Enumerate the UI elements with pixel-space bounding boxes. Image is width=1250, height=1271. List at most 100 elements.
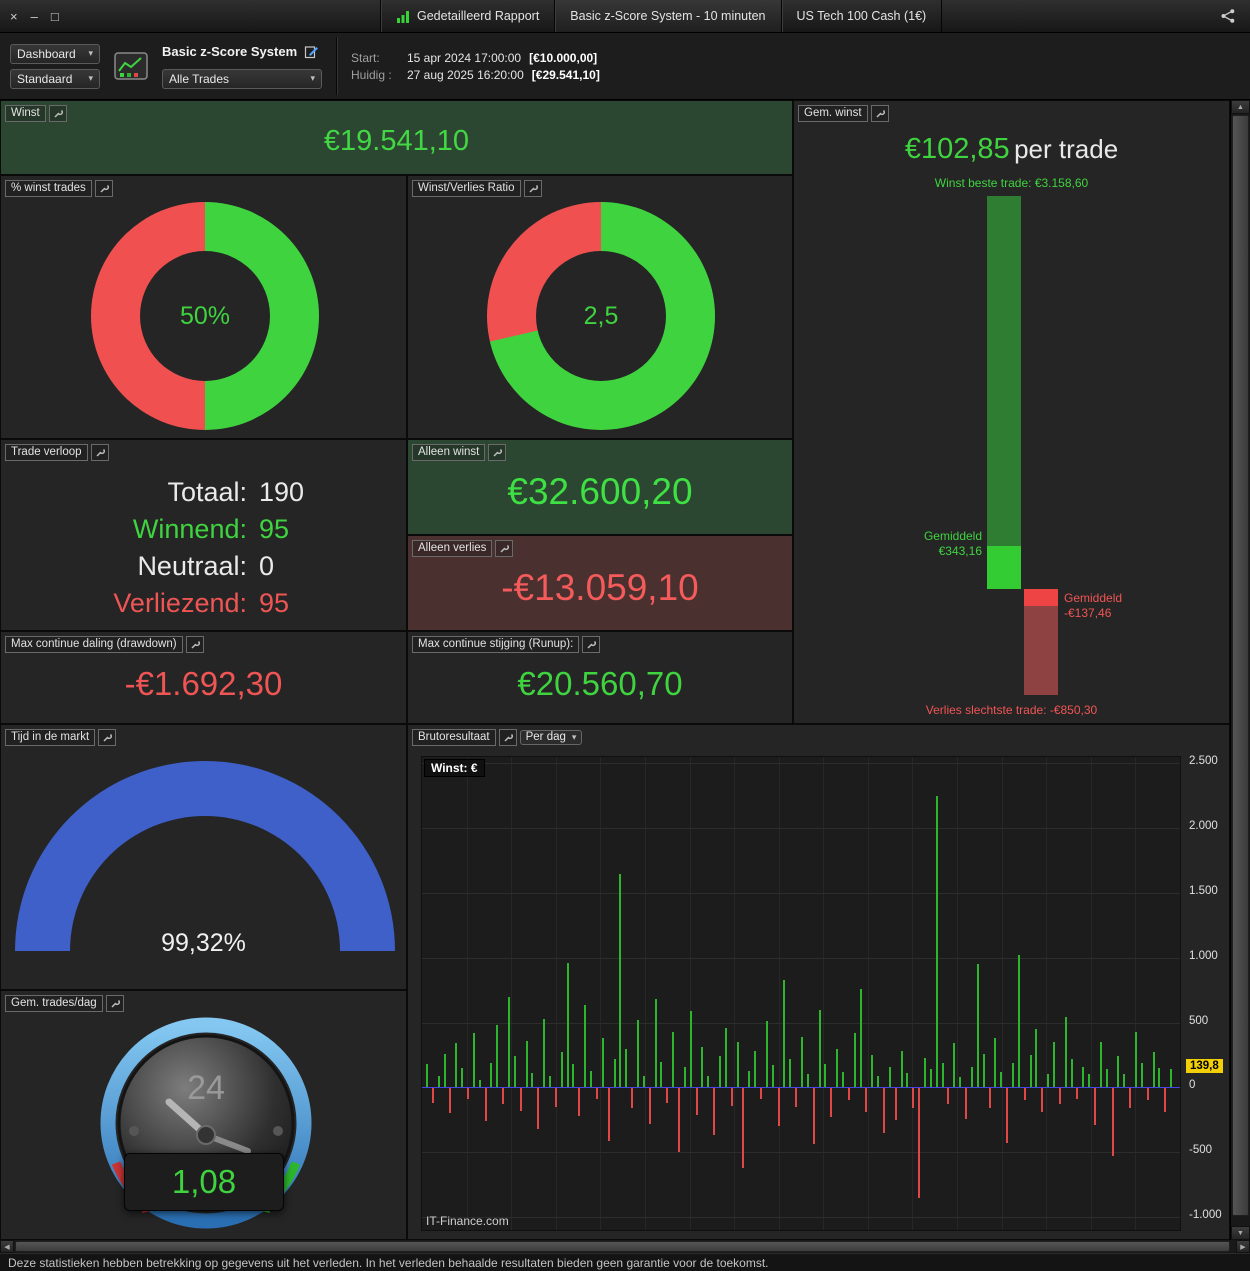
ratio-panel: Winst/Verlies Ratio 2,5 bbox=[407, 175, 793, 439]
title-tabs: Gedetailleerd Rapport Basic z-Score Syst… bbox=[380, 0, 943, 32]
winst-panel: Winst €19.541,10 bbox=[0, 100, 793, 175]
drawdown-value: -€1.692,30 bbox=[124, 664, 283, 702]
tab-label: Gedetailleerd Rapport bbox=[417, 9, 540, 23]
report-toolbar: Dashboard ▾ Standaard ▾ Basic z-Score Sy… bbox=[0, 33, 1250, 100]
panel-title: Gem. trades/dag bbox=[5, 995, 103, 1012]
losing-trades-row: Verliezend: 95 bbox=[113, 588, 290, 618]
ratio-donut: 2,5 bbox=[487, 202, 715, 430]
layout-select-value: Standaard bbox=[17, 71, 73, 86]
report-view-icon[interactable] bbox=[114, 51, 148, 81]
wrench-icon[interactable] bbox=[94, 180, 113, 197]
panel-title: Max continue stijging (Runup): bbox=[412, 636, 580, 653]
wrench-icon[interactable] bbox=[870, 105, 889, 122]
close-icon[interactable]: × bbox=[10, 10, 18, 23]
period-info: Start: 15 apr 2024 17:00:00 [€10.000,00]… bbox=[351, 51, 600, 82]
chevron-down-icon: ▾ bbox=[88, 48, 93, 58]
panel-title: Tijd in de markt bbox=[5, 729, 96, 746]
trade-verloop-panel: Trade verloop Totaal: 190 Winnend: 95 Neut… bbox=[0, 439, 407, 631]
tab-detailed-report[interactable]: Gedetailleerd Rapport bbox=[380, 0, 554, 32]
wrench-icon[interactable] bbox=[98, 729, 117, 746]
maximize-icon[interactable]: □ bbox=[51, 10, 59, 23]
scroll-left-button[interactable]: ◀ bbox=[0, 1240, 14, 1253]
total-trades-row: Totaal: 190 bbox=[167, 477, 305, 507]
last-value-badge: 139,8 bbox=[1186, 1059, 1223, 1074]
tab-trading-system[interactable]: Basic z-Score System - 10 minuten bbox=[554, 0, 781, 32]
trades-per-dag-panel: Gem. trades/dag 24 1,08 bbox=[0, 990, 407, 1240]
panel-title: % winst trades bbox=[5, 180, 92, 197]
gw-bar-loss-avg bbox=[1024, 589, 1058, 607]
best-trade-label: Winst beste trade: €3.158,60 bbox=[934, 176, 1089, 190]
trades-per-dag-box: 1,08 bbox=[124, 1153, 284, 1211]
toolbar-divider bbox=[336, 37, 337, 95]
chevron-down-icon: ▾ bbox=[571, 731, 577, 742]
status-bar: Deze statistieken hebben betrekking op g… bbox=[0, 1253, 1250, 1271]
panel-title: Alleen winst bbox=[412, 444, 486, 461]
report-chart-icon bbox=[397, 10, 409, 23]
tab-instrument[interactable]: US Tech 100 Cash (1€) bbox=[780, 0, 943, 32]
wrench-icon[interactable] bbox=[90, 444, 109, 461]
wrench-icon[interactable] bbox=[495, 540, 514, 557]
period-select-value: Per dag bbox=[525, 731, 566, 743]
avg-win-headline: €102,85 per trade bbox=[794, 133, 1229, 166]
window-controls: × – □ bbox=[0, 10, 380, 23]
scroll-down-button[interactable]: ▼ bbox=[1231, 1226, 1250, 1240]
share-icon[interactable] bbox=[1220, 8, 1250, 24]
vertical-scrollbar[interactable]: ▲ ▼ bbox=[1230, 100, 1250, 1240]
start-amount: [€10.000,00] bbox=[529, 50, 598, 65]
chevron-down-icon: ▾ bbox=[310, 73, 315, 83]
time-in-market-value: 99,32% bbox=[161, 929, 246, 957]
avg-loss-label: Gemiddeld -€137,46 bbox=[1064, 591, 1123, 620]
system-name: Basic z-Score System bbox=[162, 43, 298, 59]
wrench-icon[interactable] bbox=[185, 636, 204, 653]
panel-title: Alleen verlies bbox=[412, 540, 493, 557]
wrench-icon[interactable] bbox=[48, 105, 67, 122]
period-select[interactable]: Per dag ▾ bbox=[519, 730, 583, 745]
avg-win-value: €102,85 bbox=[904, 133, 1010, 165]
wrench-icon[interactable] bbox=[105, 995, 124, 1012]
horizontal-scrollbar-thumb[interactable] bbox=[15, 1241, 1230, 1252]
dashboard-select-value: Dashboard bbox=[17, 46, 76, 61]
plot-series-label: Winst: € bbox=[424, 759, 485, 777]
disclaimer-text: Deze statistieken hebben betrekking op g… bbox=[8, 1255, 769, 1270]
wrench-icon[interactable] bbox=[582, 636, 601, 653]
alleen-winst-value: €32.600,20 bbox=[507, 471, 693, 512]
start-datetime: 15 apr 2024 17:00:00 bbox=[407, 50, 522, 65]
gw-bar-win-dark bbox=[987, 196, 1021, 547]
current-datetime: 27 aug 2025 16:20:00 bbox=[407, 67, 524, 82]
worst-trade-label: Verlies slechtste trade: -€850,30 bbox=[925, 703, 1098, 717]
panel-title: Brutoresultaat bbox=[412, 729, 496, 746]
layout-select[interactable]: Standaard ▾ bbox=[10, 68, 100, 89]
start-label: Start: bbox=[351, 50, 380, 65]
current-amount: [€29.541,10] bbox=[531, 67, 600, 82]
watermark: IT-Finance.com bbox=[426, 1214, 509, 1228]
detailed-report-window: × – □ Gedetailleerd Rapport Basic z-Scor… bbox=[0, 0, 1250, 1271]
panel-title: Gem. winst bbox=[798, 105, 868, 122]
minimize-icon[interactable]: – bbox=[31, 10, 38, 23]
avg-win-label: Gemiddeld €343,16 bbox=[923, 529, 982, 558]
winst-value: €19.541,10 bbox=[323, 125, 470, 157]
trades-per-dag-value: 1,08 bbox=[171, 1163, 237, 1200]
dashboard-select[interactable]: Dashboard ▾ bbox=[10, 43, 100, 64]
vertical-scrollbar-thumb[interactable] bbox=[1232, 115, 1249, 1216]
pct-winst-panel: % winst trades 50% bbox=[0, 175, 407, 439]
current-label: Huidig : bbox=[351, 67, 392, 82]
edit-icon[interactable] bbox=[304, 44, 319, 59]
wrench-icon[interactable] bbox=[523, 180, 542, 197]
pct-winst-donut: 50% bbox=[91, 202, 319, 430]
tab-label: US Tech 100 Cash (1€) bbox=[796, 9, 927, 23]
panel-title: Trade verloop bbox=[5, 444, 88, 461]
horizontal-scrollbar[interactable]: ◀ ▶ bbox=[0, 1240, 1250, 1253]
panel-title: Winst bbox=[5, 105, 46, 122]
gem-winst-panel: Gem. winst €102,85 per trade Winst beste… bbox=[793, 100, 1230, 724]
wrench-icon[interactable] bbox=[488, 444, 507, 461]
wrench-icon[interactable] bbox=[498, 729, 517, 746]
brutoresultaat-plot[interactable]: Winst: € IT-Finance.com bbox=[421, 756, 1181, 1231]
trades-filter-select[interactable]: Alle Trades ▾ bbox=[162, 68, 322, 89]
alleen-verlies-value: -€13.059,10 bbox=[501, 567, 699, 608]
avg-win-suffix: per trade bbox=[1014, 134, 1119, 164]
scroll-right-button[interactable]: ▶ bbox=[1236, 1240, 1250, 1253]
alleen-winst-panel: Alleen winst €32.600,20 bbox=[407, 439, 793, 535]
runup-panel: Max continue stijging (Runup): €20.560,7… bbox=[407, 631, 793, 724]
neutral-trades-row: Neutraal: 0 bbox=[137, 551, 275, 581]
scroll-up-button[interactable]: ▲ bbox=[1231, 100, 1250, 114]
